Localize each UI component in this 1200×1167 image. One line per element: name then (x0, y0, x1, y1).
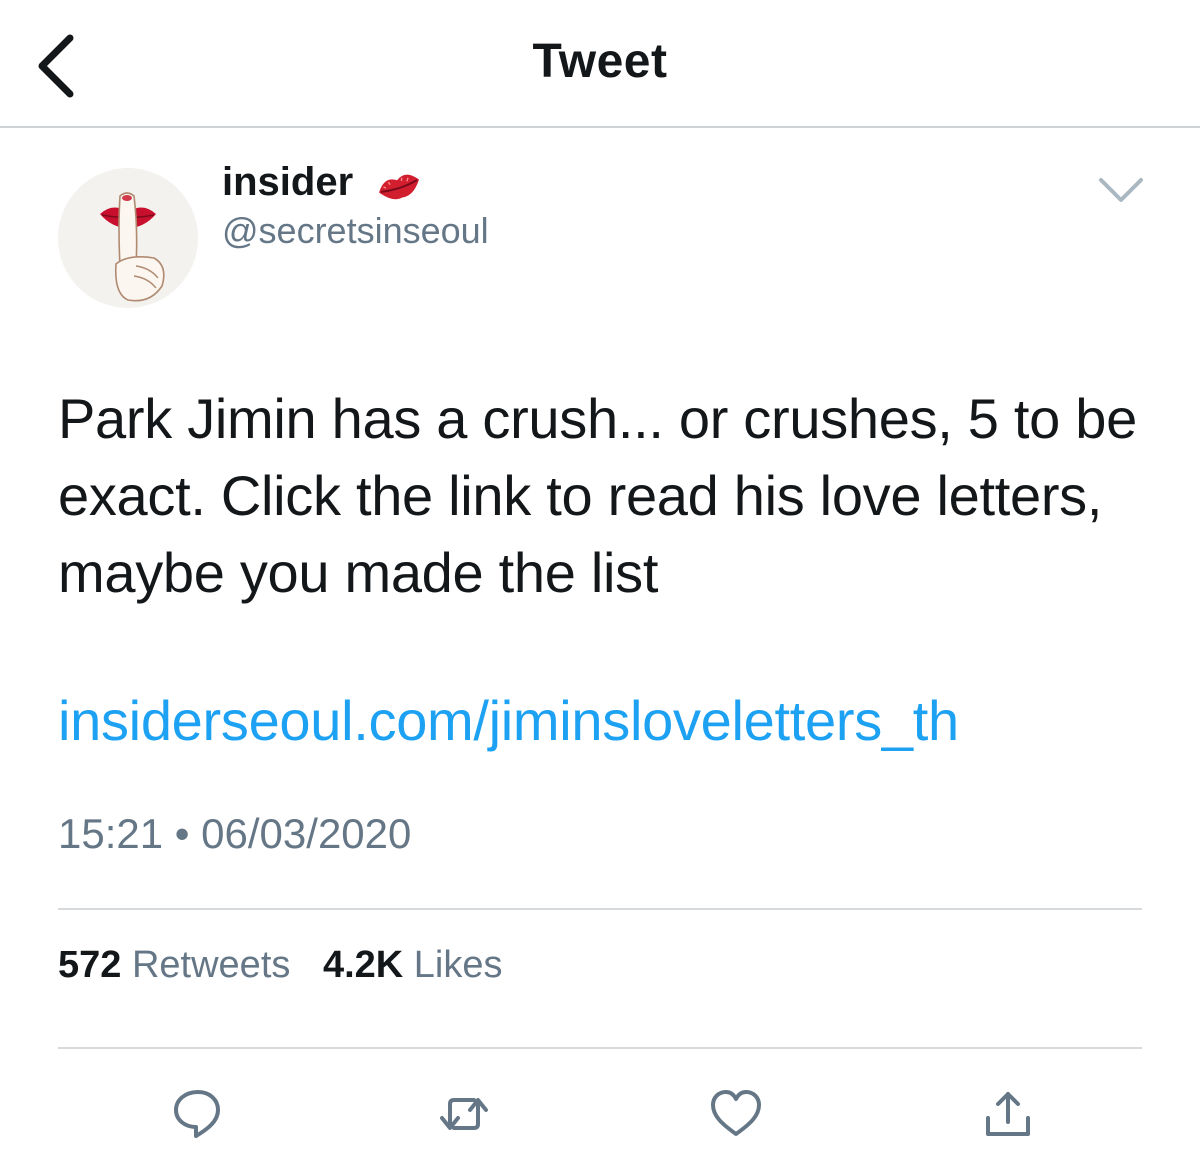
tweet-text: Park Jimin has a crush... or crushes, 5 … (58, 387, 1137, 604)
divider (58, 908, 1142, 910)
tweet-timestamp: 15:21 • 06/03/2020 (58, 810, 411, 858)
avatar[interactable] (58, 168, 198, 308)
tweet-date: 06/03/2020 (201, 810, 412, 857)
share-icon (986, 1092, 1030, 1136)
retweet-icon (440, 1098, 488, 1130)
shush-finger-lips-avatar (58, 168, 198, 308)
likes-count[interactable]: 4.2K (323, 944, 403, 986)
tweet-link[interactable]: insiderseoul.com/jiminsloveletters_th (58, 688, 959, 753)
retweets-label[interactable]: Retweets (132, 944, 290, 986)
like-button[interactable] (708, 1086, 764, 1142)
more-options-button[interactable] (1096, 170, 1146, 210)
timestamp-separator: • (174, 810, 190, 857)
retweets-count[interactable]: 572 (58, 944, 121, 986)
reply-icon (174, 1090, 220, 1138)
reply-button[interactable] (170, 1086, 226, 1142)
chevron-down-icon (1099, 178, 1143, 202)
display-name[interactable]: insider (222, 160, 353, 205)
heart-icon (711, 1090, 761, 1136)
tweet-time: 15:21 (58, 810, 164, 857)
page-title: Tweet (532, 35, 668, 88)
likes-label[interactable]: Likes (414, 944, 503, 986)
kiss-lips-icon (372, 166, 426, 206)
tweet-stats: 572 Retweets 4.2K Likes (58, 944, 525, 987)
retweet-button[interactable] (436, 1086, 492, 1142)
share-button[interactable] (980, 1086, 1036, 1142)
user-handle[interactable]: @secretsinseoul (222, 210, 489, 252)
divider (58, 1047, 1142, 1049)
top-bar: Tweet (0, 0, 1200, 128)
